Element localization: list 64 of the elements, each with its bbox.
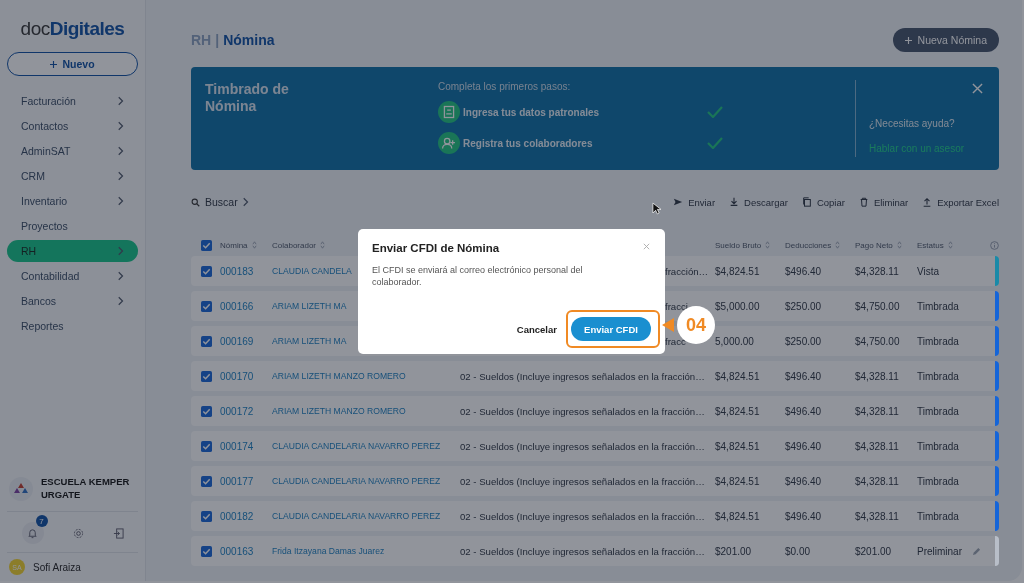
table-cell-text: $4,328.11 [855, 265, 900, 277]
table-cell-text: $4,824.51 [715, 475, 761, 487]
table-cell-text: $4,824.51 [715, 510, 761, 522]
table-cell-text: $4,750.00 [855, 300, 901, 312]
table-cell-text: $0.00 [785, 545, 812, 557]
column-header: Sueldo Bruto [715, 240, 762, 250]
table-cell: 02 - Sueldos (Incluye ingresos señalados en la fracción… [460, 545, 705, 557]
page-title: Nómina [223, 32, 275, 48]
table-cell-text: $201.00 [855, 545, 893, 557]
banner-title: Timbrado de Nómina [204, 80, 290, 116]
status-cell-text: Preliminar [917, 545, 963, 557]
table-cell-text: $201.00 [715, 545, 753, 557]
company-name: ESCUELA KEMPER URGATE [41, 476, 131, 501]
column-header: Pago Neto [855, 240, 893, 250]
table-cell-text: $4,328.11 [855, 370, 900, 382]
step-label: Ingresa tus datos patronales [463, 106, 601, 118]
status-cell-text: Timbrada [917, 440, 960, 452]
table-cell-text: 5,000.00 [715, 335, 755, 347]
dialog-title: Enviar CFDI de Nómina [372, 242, 500, 254]
table-cell: fracc [665, 335, 686, 347]
column-header: Estatus [917, 240, 944, 250]
table-cell-text: $496.40 [785, 440, 823, 452]
notification-badge: 7 [35, 515, 48, 527]
table-cell-text: $496.40 [785, 265, 823, 277]
user-name: Sofi Araiza [33, 561, 81, 573]
status-cell-text: Timbrada [917, 300, 960, 312]
table-cell-text: $4,328.11 [855, 405, 900, 417]
table-cell-text: $4,750.00 [855, 335, 901, 347]
table-cell-text: $4,824.51 [715, 370, 761, 382]
status-cell-text: Timbrada [917, 510, 960, 522]
table-cell: 02 - Sueldos (Incluye ingresos señalados en la fracción… [460, 370, 705, 382]
status-cell-text: Timbrada [917, 405, 960, 417]
status-cell-text: Timbrada [917, 475, 960, 487]
column-header: Nómina [220, 240, 248, 250]
step-label: Registra tus colaboradores [463, 137, 594, 149]
table-cell: 02 - Sueldos (Incluye ingresos señalados en la fracción… [460, 510, 705, 522]
table-cell-text: $496.40 [785, 405, 823, 417]
table-cell-text: $4,328.11 [855, 440, 900, 452]
table-cell-text: $496.40 [785, 510, 823, 522]
table-cell-text: $250.00 [785, 335, 823, 347]
table-cell-text: $4,328.11 [855, 510, 900, 522]
table-cell-text: $4,824.51 [715, 265, 761, 277]
logo: docDigitales [20, 18, 125, 40]
table-cell-text: $496.40 [785, 475, 823, 487]
table-cell-text: $496.40 [785, 370, 823, 382]
table-cell-text: $4,328.11 [855, 475, 900, 487]
table-cell: 02 - Sueldos (Incluye ingresos señalados en la fracción… [460, 440, 705, 452]
help-text: ¿Necesitas ayuda? [869, 118, 956, 129]
table-cell-text: $250.00 [785, 300, 823, 312]
dialog-message: El CFDI se enviará al correo electrónico personal del colaborador. [372, 264, 584, 289]
column-header: Colaborador [272, 240, 317, 250]
table-cell-text: $4,824.51 [715, 440, 761, 452]
table-cell-text: $5,000.00 [715, 300, 761, 312]
table-cell-text: $4,824.51 [715, 405, 761, 417]
table-cell: fracci [665, 300, 688, 312]
table-cell: 02 - Sueldos (Incluye ingresos señalados en la fracción… [460, 405, 705, 417]
column-header: Deducciones [785, 240, 832, 250]
status-cell-text: Timbrada [917, 370, 960, 382]
steps-heading: Completa los primeros pasos: [438, 81, 572, 92]
breadcrumb-separator: | [215, 32, 220, 48]
status-cell-text: Timbrada [917, 335, 960, 347]
table-cell: fracción… [665, 265, 709, 277]
status-cell-text: Vista [917, 265, 941, 277]
table-cell: 02 - Sueldos (Incluye ingresos señalados en la fracción… [460, 475, 705, 487]
